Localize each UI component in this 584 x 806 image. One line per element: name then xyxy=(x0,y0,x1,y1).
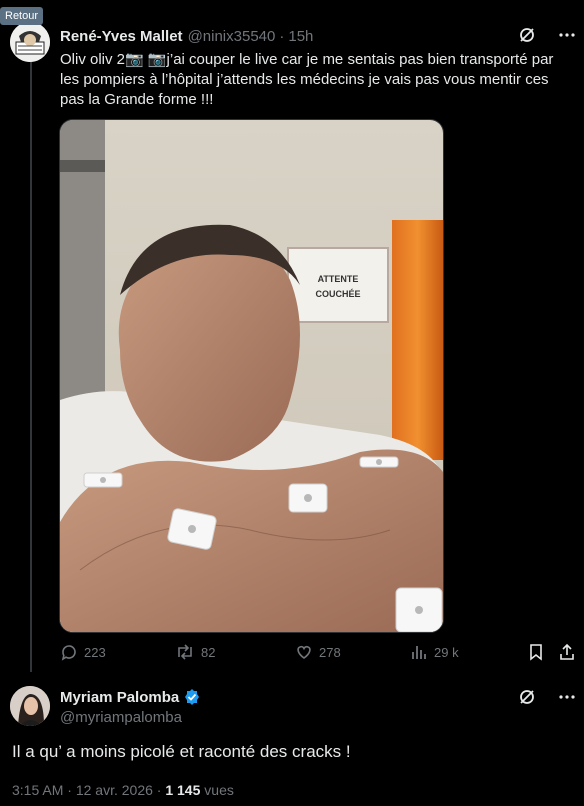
reply-author-name-row: Myriam Palomba xyxy=(60,688,201,706)
separator-dot: · xyxy=(156,782,162,798)
author-name[interactable]: René-Yves Mallet xyxy=(60,28,183,45)
views-icon xyxy=(412,646,426,659)
reply-author-name[interactable]: Myriam Palomba xyxy=(60,689,179,706)
author-avatar[interactable] xyxy=(10,22,50,62)
grok-icon[interactable] xyxy=(518,26,536,48)
back-tooltip: Retour xyxy=(0,7,44,25)
repost-button[interactable]: 82 xyxy=(175,643,215,661)
views-label: vues xyxy=(204,782,234,798)
separator-dot: · xyxy=(67,782,72,798)
verified-badge-icon xyxy=(185,689,200,705)
sign-text-1: ATTENTE xyxy=(318,274,359,284)
views-count: 29 k xyxy=(434,644,459,660)
post-photo[interactable]: ATTENTE COUCHÉE xyxy=(59,119,444,633)
like-button[interactable]: 278 xyxy=(295,643,341,661)
share-button[interactable] xyxy=(558,643,576,661)
bookmark-icon xyxy=(530,644,542,661)
views-button[interactable]: 29 k xyxy=(410,643,459,661)
separator-dot: · xyxy=(279,27,285,45)
heart-icon xyxy=(297,645,311,659)
reply-author-avatar[interactable] xyxy=(10,686,50,726)
bookmark-button[interactable] xyxy=(527,643,545,661)
reply-header-icons xyxy=(518,688,576,711)
more-options-icon[interactable] xyxy=(558,26,576,48)
post-time[interactable]: 3:15 AM xyxy=(12,782,63,798)
grok-icon[interactable] xyxy=(518,688,536,711)
post-date[interactable]: 12 avr. 2026 xyxy=(76,782,153,798)
repost-icon xyxy=(178,644,192,660)
post-meta: 3:15 AM · 12 avr. 2026 · 1 145 vues xyxy=(12,782,234,798)
reply-author-handle[interactable]: @myriampalomba xyxy=(60,709,182,726)
author-handle[interactable]: @ninix35540 xyxy=(188,28,276,45)
like-count: 278 xyxy=(319,644,341,660)
post-header: René-Yves Mallet @ninix35540 · 15h xyxy=(60,26,576,46)
post-time[interactable]: 15h xyxy=(288,28,313,45)
more-options-icon[interactable] xyxy=(558,688,576,711)
repost-count: 82 xyxy=(201,644,216,660)
reply-icon xyxy=(61,645,76,661)
thread-line xyxy=(30,62,32,672)
reply-count: 223 xyxy=(84,644,106,660)
views-number: 1 145 xyxy=(165,782,201,798)
reply-button[interactable]: 223 xyxy=(60,643,106,661)
post-text: Oliv oliv 2📷 📷j’ai couper le live car je… xyxy=(60,51,554,108)
post-actions: 223 82 278 29 k xyxy=(60,643,578,667)
sign-text-2: COUCHÉE xyxy=(315,289,360,299)
reply-text: Il a qu’ a moins picolé et raconté des c… xyxy=(12,742,351,761)
share-icon xyxy=(560,643,574,660)
